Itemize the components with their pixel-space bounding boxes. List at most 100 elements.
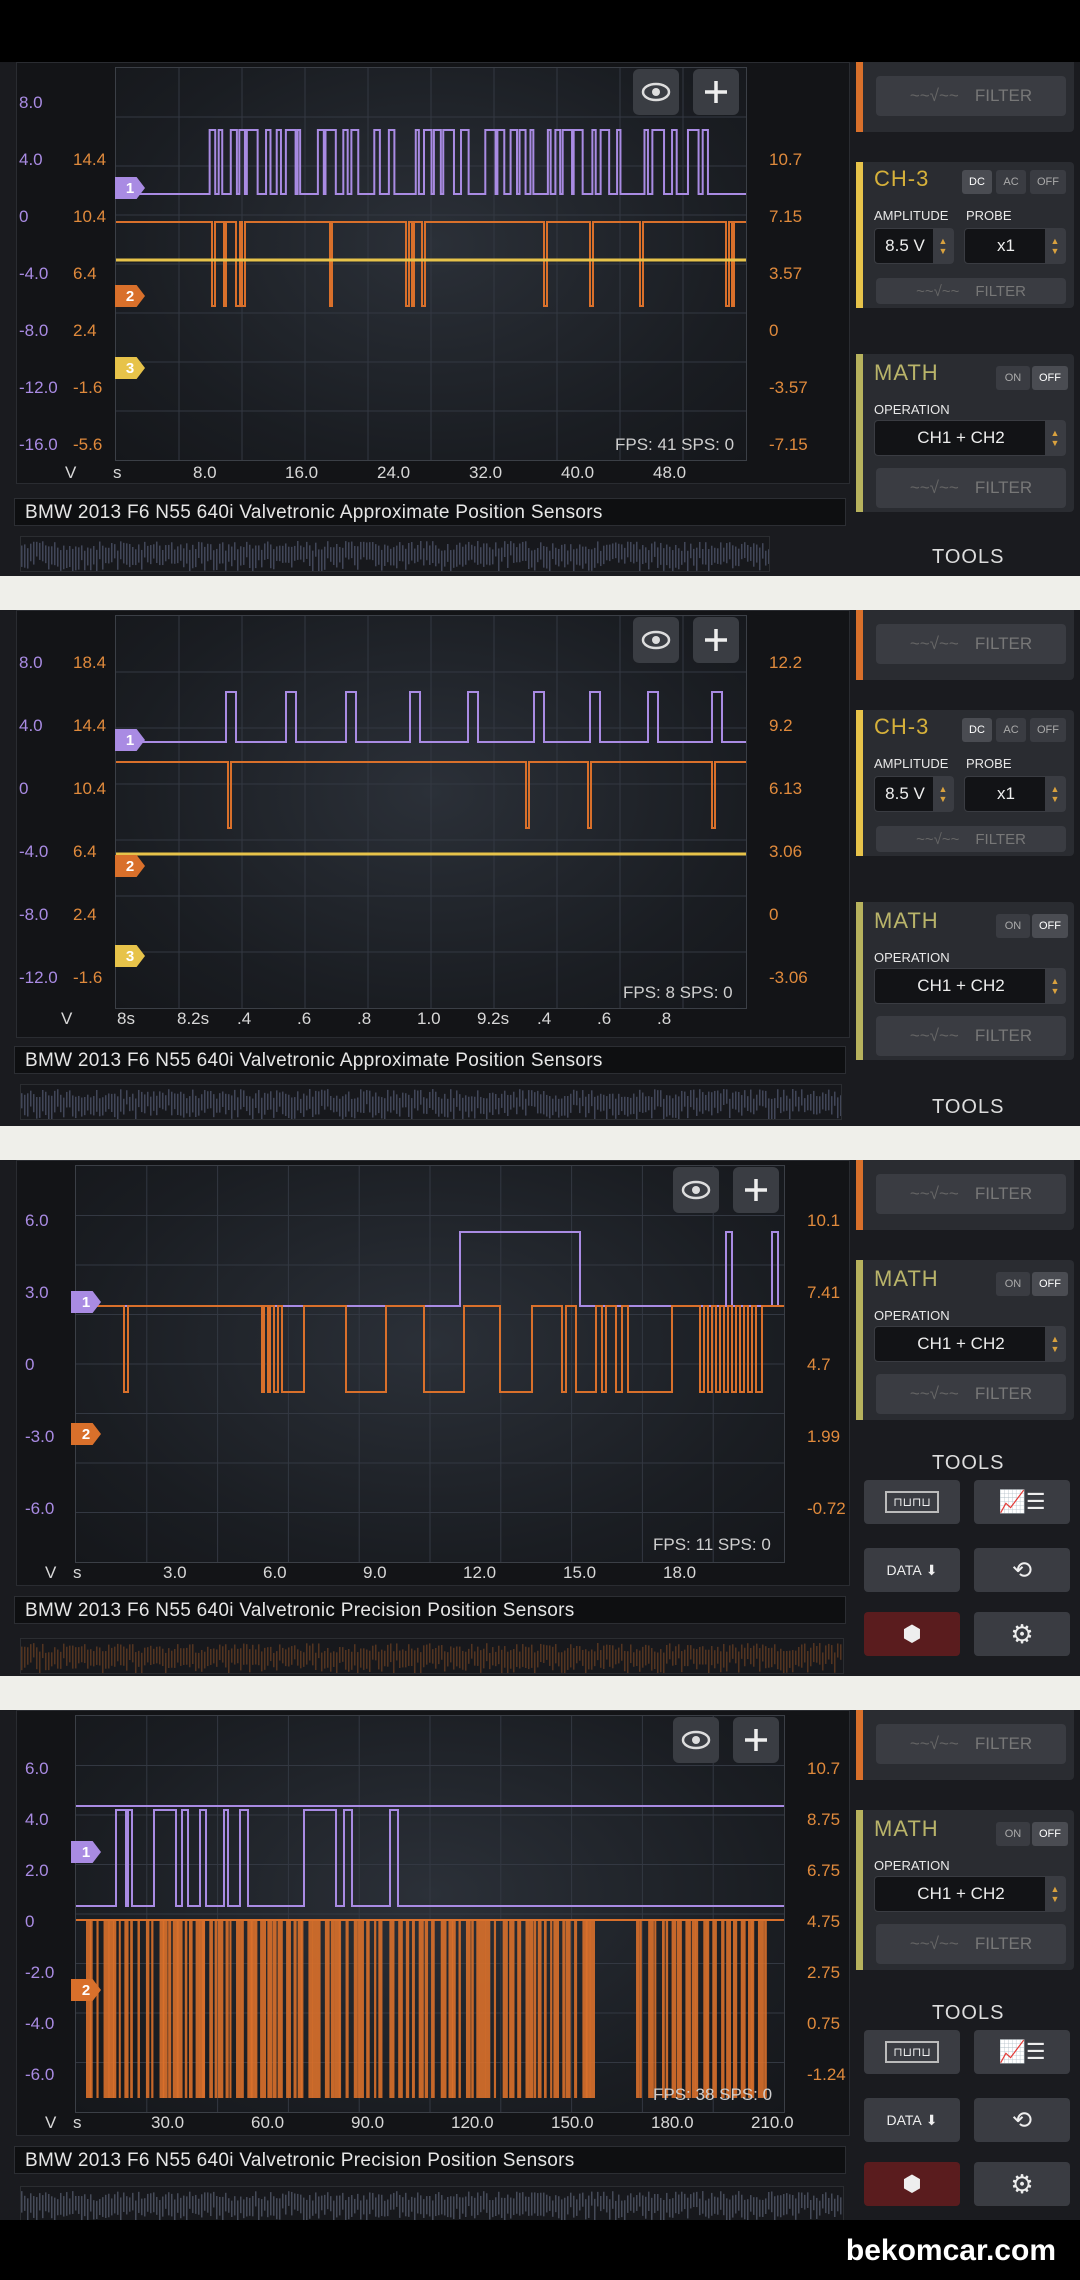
strip-trace [51, 1652, 53, 1667]
strip-trace [627, 541, 629, 558]
probe-select[interactable]: x1 ▲ ▼ [964, 228, 1066, 264]
off-button[interactable]: OFF [1032, 366, 1068, 390]
strip-trace [30, 1644, 32, 1663]
filter-button[interactable]: ~~√~~ FILTER [876, 1174, 1066, 1214]
filter-button[interactable]: ~~√~~ FILTER [876, 826, 1066, 852]
add-icon[interactable] [693, 69, 739, 115]
ac-button[interactable]: AC [996, 170, 1026, 194]
cube-button[interactable]: ⬢ [864, 2162, 960, 2206]
overview-strip[interactable] [20, 1638, 844, 1676]
y-tick-label: 0 [25, 1912, 35, 1931]
strip-trace [150, 2193, 152, 2214]
data-button[interactable]: DATA ⬇ [864, 2098, 960, 2142]
measure-tool-button[interactable]: 📈☰ [974, 1480, 1070, 1524]
strip-trace [732, 1092, 734, 1109]
strip-trace [348, 1091, 350, 1112]
ch2-burst [484, 1920, 491, 2098]
off-button[interactable]: OFF [1030, 718, 1066, 742]
filter-button[interactable]: ~~√~~ FILTER [876, 1016, 1066, 1056]
overview-strip[interactable] [20, 536, 770, 575]
strip-trace [489, 1652, 491, 1670]
strip-trace [840, 1644, 842, 1660]
amplitude-select[interactable]: 8.5 V ▲ ▼ [874, 776, 954, 812]
waveform-plot-3[interactable] [75, 1165, 785, 1563]
strip-trace [495, 1094, 497, 1110]
history-button[interactable]: ⟲ [974, 2098, 1070, 2142]
dc-button[interactable]: DC [962, 718, 992, 742]
strip-trace [246, 1095, 248, 1112]
off-button[interactable]: OFF [1032, 914, 1068, 938]
data-button[interactable]: DATA ⬇ [864, 1548, 960, 1592]
dc-button[interactable]: DC [962, 170, 992, 194]
operation-select[interactable]: CH1 + CH2 ▲ ▼ [874, 1876, 1066, 1912]
on-button[interactable]: ON [996, 1822, 1030, 1846]
waveform-plot-2[interactable] [115, 615, 747, 1009]
settings-button[interactable]: ⚙ [974, 1612, 1070, 1656]
operation-select[interactable]: CH1 + CH2 ▲ ▼ [874, 1326, 1066, 1362]
add-icon[interactable] [733, 1167, 779, 1213]
math-card: MATH ON OFF OPERATION CH1 + CH2 ▲ ▼ ~~√~~ F… [856, 1810, 1074, 1970]
strip-trace [159, 1091, 161, 1108]
ch2-burst [529, 1920, 534, 2098]
chart-list-icon: 📈☰ [998, 1489, 1046, 1514]
operation-select[interactable]: CH1 + CH2 ▲ ▼ [874, 968, 1066, 1004]
strip-trace [396, 1643, 398, 1661]
strip-trace [141, 1091, 143, 1113]
filter-button[interactable]: ~~√~~ FILTER [876, 1374, 1066, 1414]
strip-trace [309, 545, 311, 567]
ch2-burst [316, 1920, 321, 2098]
ch2-trace [86, 1920, 767, 2098]
operation-select[interactable]: CH1 + CH2 ▲ ▼ [874, 420, 1066, 456]
overview-strip[interactable] [20, 1084, 842, 1122]
measure-tool-button[interactable]: 📈☰ [974, 2030, 1070, 2074]
strip-trace [39, 1651, 41, 1674]
on-button[interactable]: ON [996, 914, 1030, 938]
strip-trace [279, 1092, 281, 1107]
add-icon[interactable] [733, 1717, 779, 1763]
on-button[interactable]: ON [996, 1272, 1030, 1296]
filter-button[interactable]: ~~√~~ FILTER [876, 278, 1066, 304]
waveform-plot-1[interactable] [115, 67, 747, 461]
strip-trace [150, 545, 152, 565]
off-button[interactable]: OFF [1032, 1822, 1068, 1846]
filter-button[interactable]: ~~√~~ FILTER [876, 1924, 1066, 1964]
add-icon[interactable] [693, 617, 739, 663]
strip-trace [147, 1647, 149, 1663]
ac-button[interactable]: AC [996, 718, 1026, 742]
waveform-tool-button[interactable]: ⊓⊔⊓⊔ [864, 2030, 960, 2074]
off-button[interactable]: OFF [1032, 1272, 1068, 1296]
strip-trace [147, 2193, 149, 2212]
gear-icon: ⚙ [1010, 2168, 1034, 2199]
waveform-tool-button[interactable]: ⊓⊔⊓⊔ [864, 1480, 960, 1524]
filter-button[interactable]: ~~√~~ FILTER [876, 468, 1066, 508]
ch2-burst [338, 1920, 342, 2098]
y-tick-label: 6.0 [25, 1759, 49, 1778]
strip-trace [735, 546, 737, 566]
probe-label: PROBE [966, 208, 1012, 223]
on-button[interactable]: ON [996, 366, 1030, 390]
cube-button[interactable]: ⬢ [864, 1612, 960, 1656]
filter-button[interactable]: ~~√~~ FILTER [876, 76, 1066, 116]
eye-icon[interactable] [633, 69, 679, 115]
ch2-card-partial: ~~√~~ FILTER [856, 62, 1074, 132]
strip-trace [333, 547, 335, 566]
eye-icon[interactable] [673, 1167, 719, 1213]
filter-button[interactable]: ~~√~~ FILTER [876, 1724, 1066, 1764]
eye-icon[interactable] [673, 1717, 719, 1763]
filter-button[interactable]: ~~√~~ FILTER [876, 624, 1066, 664]
waveform-svg-4 [76, 1716, 784, 2112]
eye-icon[interactable] [633, 617, 679, 663]
strip-trace [207, 2192, 209, 2213]
off-button[interactable]: OFF [1030, 170, 1066, 194]
amplitude-select[interactable]: 8.5 V ▲ ▼ [874, 228, 954, 264]
waveform-plot-4[interactable] [75, 1715, 785, 2113]
probe-select[interactable]: x1 ▲ ▼ [964, 776, 1066, 812]
strip-trace [78, 1647, 80, 1664]
overview-strip[interactable] [20, 2186, 844, 2220]
strip-trace [606, 2195, 608, 2213]
history-button[interactable]: ⟲ [974, 1548, 1070, 1592]
strip-trace [609, 1093, 611, 1109]
settings-button[interactable]: ⚙ [974, 2162, 1070, 2206]
strip-trace [591, 1090, 593, 1107]
strip-trace [480, 1096, 482, 1114]
